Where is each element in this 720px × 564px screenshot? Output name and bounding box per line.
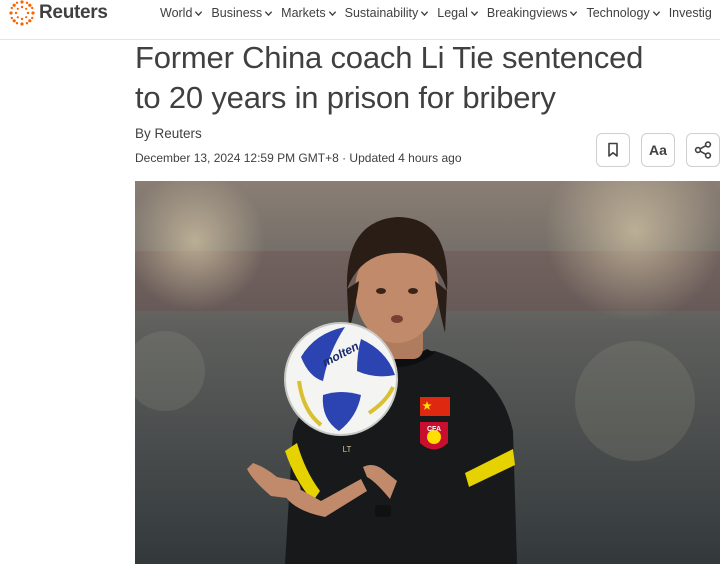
headline-line-1: Former China coach Li Tie sentenced bbox=[135, 40, 644, 75]
chevron-down-icon bbox=[195, 10, 203, 16]
chevron-down-icon bbox=[570, 10, 578, 16]
share-button[interactable] bbox=[686, 133, 720, 167]
nav-item-sustainability[interactable]: Sustainability bbox=[345, 6, 430, 20]
nav-item-label: Breakingviews bbox=[486, 6, 568, 20]
reuters-logo[interactable]: Reuters bbox=[8, 0, 108, 26]
nav-item-breakingviews[interactable]: Breakingviews bbox=[487, 6, 579, 20]
nav-item-label: Investig bbox=[668, 6, 712, 20]
nav-item-label: Markets bbox=[281, 6, 326, 20]
nav-item-investigations[interactable]: Investig bbox=[669, 6, 712, 20]
nav-item-label: Legal bbox=[437, 6, 468, 20]
article-dateline: December 13, 2024 12:59 PM GMT+8 · Updat… bbox=[135, 151, 462, 165]
article-headline: Former China coach Li Tie sentenced to 2… bbox=[135, 38, 715, 118]
nav-item-label: Business bbox=[211, 6, 263, 20]
nav-item-label: World bbox=[160, 6, 193, 20]
nav-item-technology[interactable]: Technology bbox=[586, 6, 660, 20]
nav-item-business[interactable]: Business bbox=[211, 6, 273, 20]
nav-item-markets[interactable]: Markets bbox=[281, 6, 336, 20]
coach-photo-illustration: CFA LT molten bbox=[135, 181, 720, 564]
chevron-down-icon bbox=[328, 10, 336, 16]
article-byline[interactable]: By Reuters bbox=[135, 126, 202, 141]
nav-item-label: Technology bbox=[586, 6, 650, 20]
chevron-down-icon bbox=[265, 10, 273, 16]
share-icon bbox=[694, 141, 712, 159]
section-nav: World Business Markets Sustainability Le… bbox=[160, 0, 720, 26]
nav-item-world[interactable]: World bbox=[160, 6, 203, 20]
chevron-down-icon bbox=[421, 10, 429, 16]
bookmark-button[interactable] bbox=[596, 133, 630, 167]
chevron-down-icon bbox=[470, 10, 479, 16]
article-photo[interactable]: CFA LT molten bbox=[135, 181, 720, 564]
headline-line-2: to 20 years in prison for bribery bbox=[135, 80, 556, 115]
jersey-crest-text: CFA bbox=[427, 426, 441, 433]
text-size-label: Aa bbox=[649, 142, 667, 158]
brand-name: Reuters bbox=[39, 2, 108, 23]
reuters-logo-icon bbox=[9, 0, 35, 26]
bookmark-icon bbox=[608, 142, 618, 157]
text-size-button[interactable]: Aa bbox=[641, 133, 675, 167]
nav-item-label: Sustainability bbox=[344, 6, 419, 20]
nav-item-legal[interactable]: Legal bbox=[437, 6, 479, 20]
chevron-down-icon bbox=[652, 10, 660, 16]
jersey-initials: LT bbox=[343, 445, 352, 454]
top-navigation-bar: Reuters World Business Markets Sustainab… bbox=[0, 0, 720, 40]
